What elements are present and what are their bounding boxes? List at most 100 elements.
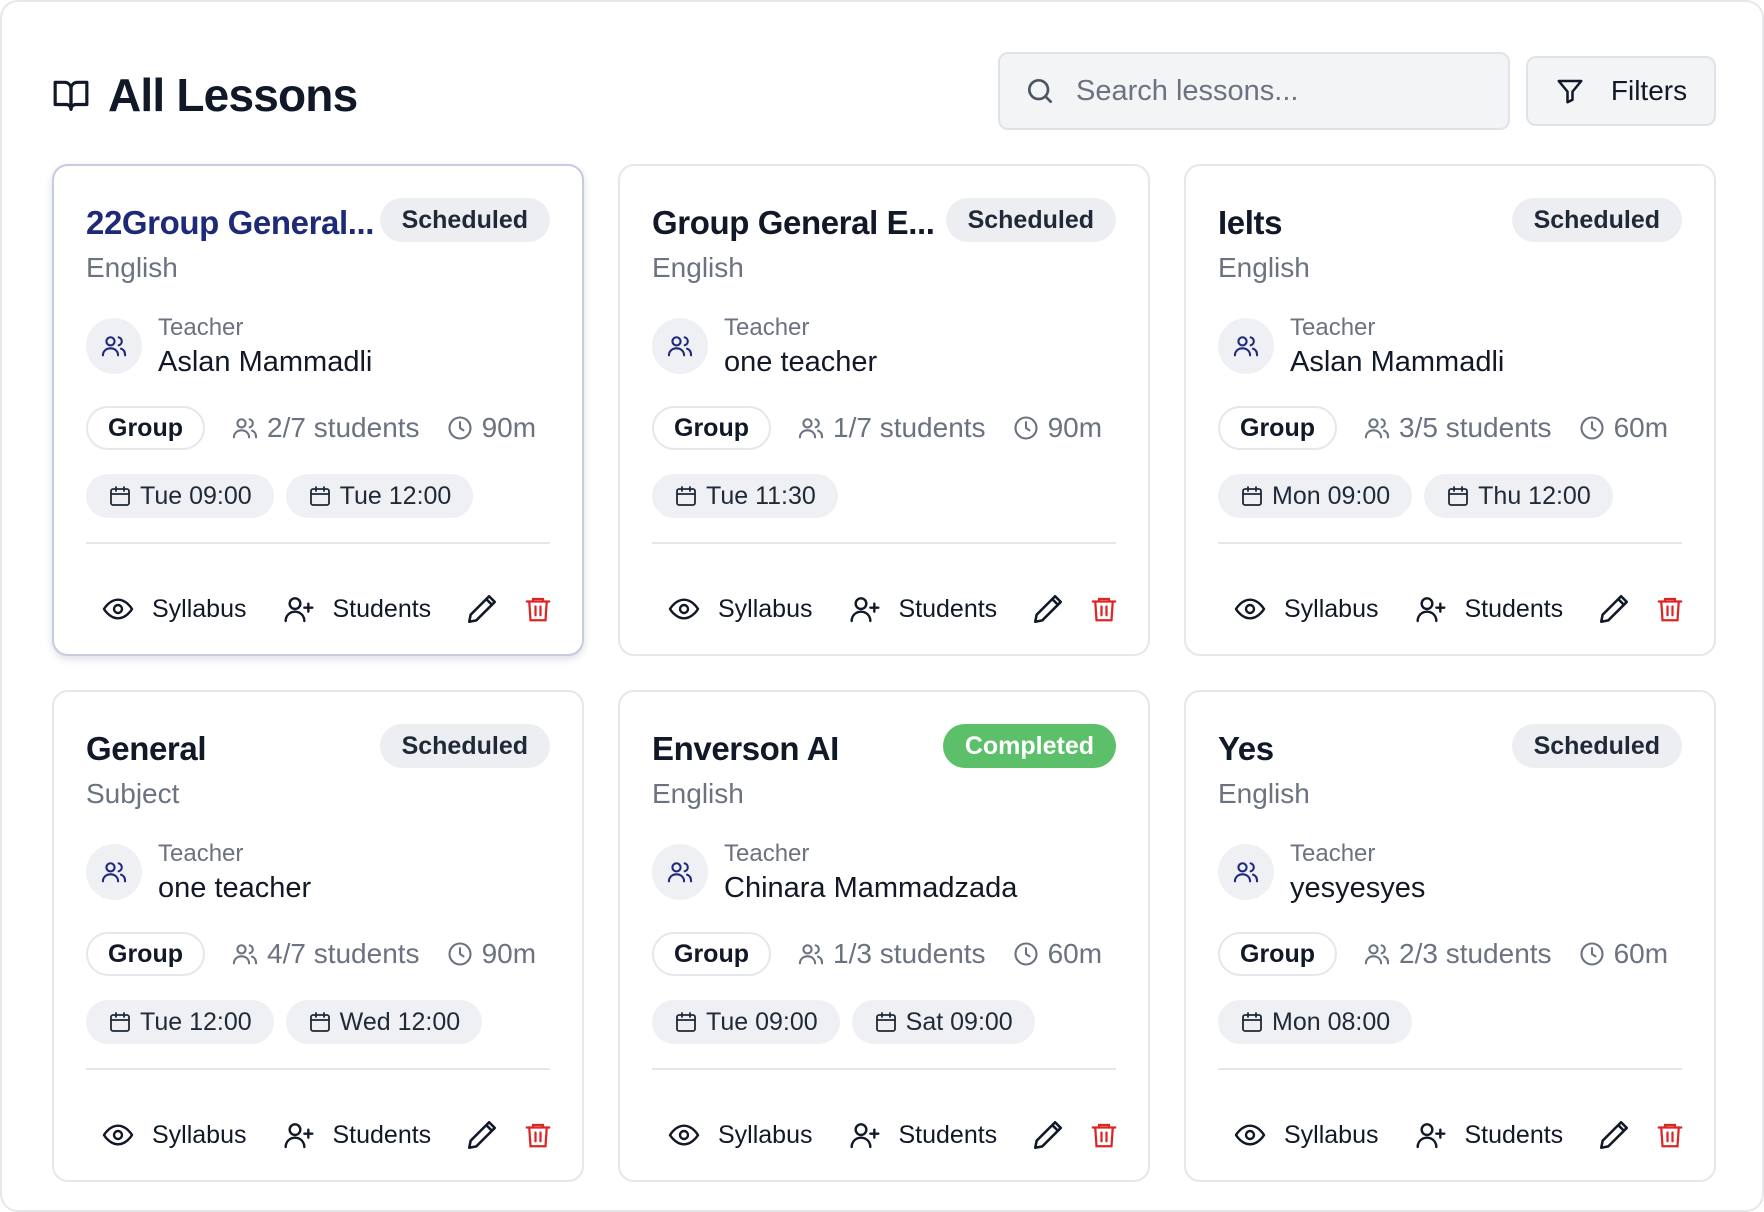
duration-text: 90m [481, 412, 537, 443]
lesson-card[interactable]: Enverson AI Completed English Teacher Ch… [618, 690, 1150, 1182]
lesson-card[interactable]: Group General E... Scheduled English Tea… [618, 164, 1150, 656]
schedule-time-pill: Tue 12:00 [86, 1000, 274, 1044]
user-plus-icon [849, 1123, 880, 1149]
calendar-icon [676, 1012, 696, 1032]
syllabus-button[interactable]: Syllabus [668, 593, 813, 625]
search-box[interactable] [998, 52, 1510, 130]
lesson-card[interactable]: 22Group General... Scheduled English Tea… [52, 164, 584, 656]
schedule-times: Tue 09:00 Tue 12:00 [86, 474, 485, 518]
students-label: Students [332, 1120, 432, 1149]
card-divider [86, 1068, 550, 1070]
teacher-label: Teacher [724, 840, 810, 867]
students-label: Students [332, 594, 432, 623]
search-input[interactable] [1076, 74, 1476, 108]
schedule-time-text: Tue 12:00 [339, 481, 452, 510]
edit-icon[interactable] [1031, 1118, 1065, 1152]
syllabus-button[interactable]: Syllabus [668, 1119, 813, 1151]
eye-icon [1234, 598, 1266, 620]
filters-label: Filters [1610, 75, 1688, 106]
trash-icon[interactable] [1655, 593, 1685, 625]
trash-icon[interactable] [523, 1119, 553, 1151]
lesson-title[interactable]: Ielts [1218, 204, 1508, 242]
filters-button[interactable]: Filters [1526, 56, 1716, 126]
students-button[interactable]: Students [849, 1119, 997, 1151]
lesson-title[interactable]: General [86, 730, 376, 768]
students-button[interactable]: Students [849, 593, 997, 625]
schedule-time-pill: Sat 09:00 [851, 1000, 1035, 1044]
syllabus-label: Syllabus [718, 594, 813, 623]
title-wrap: All Lessons [52, 68, 358, 122]
schedule-time-pill: Tue 09:00 [652, 1000, 840, 1044]
lesson-card[interactable]: Ielts Scheduled English Teacher Aslan Ma… [1184, 164, 1716, 656]
eye-icon [1234, 1124, 1266, 1146]
lesson-meta: Group 2/3 students 60m [1218, 932, 1668, 976]
lesson-meta: Group 2/7 students 90m [86, 406, 536, 450]
schedule-time-pill: Tue 11:30 [652, 474, 838, 518]
edit-icon[interactable] [1597, 1118, 1631, 1152]
duration-text: 60m [1613, 938, 1669, 969]
lesson-duration: 90m [446, 938, 536, 970]
syllabus-button[interactable]: Syllabus [102, 593, 247, 625]
status-badge: Scheduled [1511, 198, 1682, 242]
lesson-card[interactable]: General Scheduled Subject Teacher one te… [52, 690, 584, 1182]
teacher-name: Chinara Mammadzada [724, 872, 1018, 904]
teacher-label: Teacher [1290, 314, 1376, 341]
lesson-title[interactable]: Yes [1218, 730, 1508, 768]
card-actions: Syllabus Students [102, 1110, 553, 1160]
status-badge: Scheduled [379, 198, 550, 242]
clock-icon [1014, 942, 1038, 966]
students-button[interactable]: Students [283, 593, 432, 625]
users-icon [101, 862, 127, 883]
students-count: 2/3 students [1363, 938, 1552, 970]
syllabus-label: Syllabus [152, 1120, 247, 1149]
lesson-title[interactable]: Enverson AI [652, 730, 942, 768]
students-button[interactable]: Students [1415, 593, 1564, 625]
lesson-title[interactable]: Group General E... [652, 204, 942, 242]
lesson-duration: 90m [1012, 412, 1102, 444]
lesson-title[interactable]: 22Group General... [86, 204, 376, 242]
students-count-text: 2/3 students [1399, 938, 1552, 969]
lesson-meta: Group 4/7 students 90m [86, 932, 536, 976]
teacher-avatar [1218, 844, 1274, 900]
users-icon [667, 862, 693, 883]
schedule-times: Mon 09:00 Thu 12:00 [1218, 474, 1625, 518]
schedule-times: Tue 09:00 Sat 09:00 [652, 1000, 1047, 1044]
lesson-type-badge: Group [86, 406, 205, 450]
card-divider [652, 1068, 1116, 1070]
users-icon [232, 944, 258, 965]
eye-icon [102, 1124, 134, 1146]
book-open-icon [53, 80, 89, 111]
lesson-duration: 60m [1578, 412, 1668, 444]
clock-icon [1014, 416, 1038, 440]
syllabus-button[interactable]: Syllabus [1234, 593, 1379, 625]
trash-icon[interactable] [523, 593, 553, 625]
students-count-text: 4/7 students [267, 938, 420, 969]
user-plus-icon [283, 597, 314, 623]
schedule-time-pill: Tue 09:00 [86, 474, 274, 518]
edit-icon[interactable] [465, 1118, 499, 1152]
filter-icon [1557, 79, 1583, 104]
clock-icon [448, 942, 472, 966]
students-button[interactable]: Students [283, 1119, 432, 1151]
teacher-label: Teacher [158, 314, 244, 341]
students-count-text: 2/7 students [267, 412, 420, 443]
edit-icon[interactable] [1031, 592, 1065, 626]
teacher-name: one teacher [158, 872, 312, 904]
trash-icon[interactable] [1089, 1119, 1119, 1151]
calendar-icon [309, 1012, 330, 1032]
students-count: 2/7 students [231, 412, 420, 444]
students-button[interactable]: Students [1415, 1119, 1563, 1151]
lesson-card[interactable]: Yes Scheduled English Teacher yesyesyes … [1184, 690, 1716, 1182]
schedule-times: Tue 12:00 Wed 12:00 [86, 1000, 494, 1044]
syllabus-button[interactable]: Syllabus [102, 1119, 247, 1151]
status-badge: Completed [942, 724, 1116, 768]
syllabus-button[interactable]: Syllabus [1234, 1119, 1379, 1151]
trash-icon[interactable] [1089, 593, 1119, 625]
students-label: Students [1464, 594, 1564, 623]
edit-icon[interactable] [1597, 592, 1631, 626]
trash-icon[interactable] [1655, 1119, 1685, 1151]
students-count-text: 1/7 students [833, 412, 986, 443]
status-badge: Scheduled [945, 198, 1116, 242]
edit-icon[interactable] [465, 592, 499, 626]
users-icon [798, 418, 824, 439]
